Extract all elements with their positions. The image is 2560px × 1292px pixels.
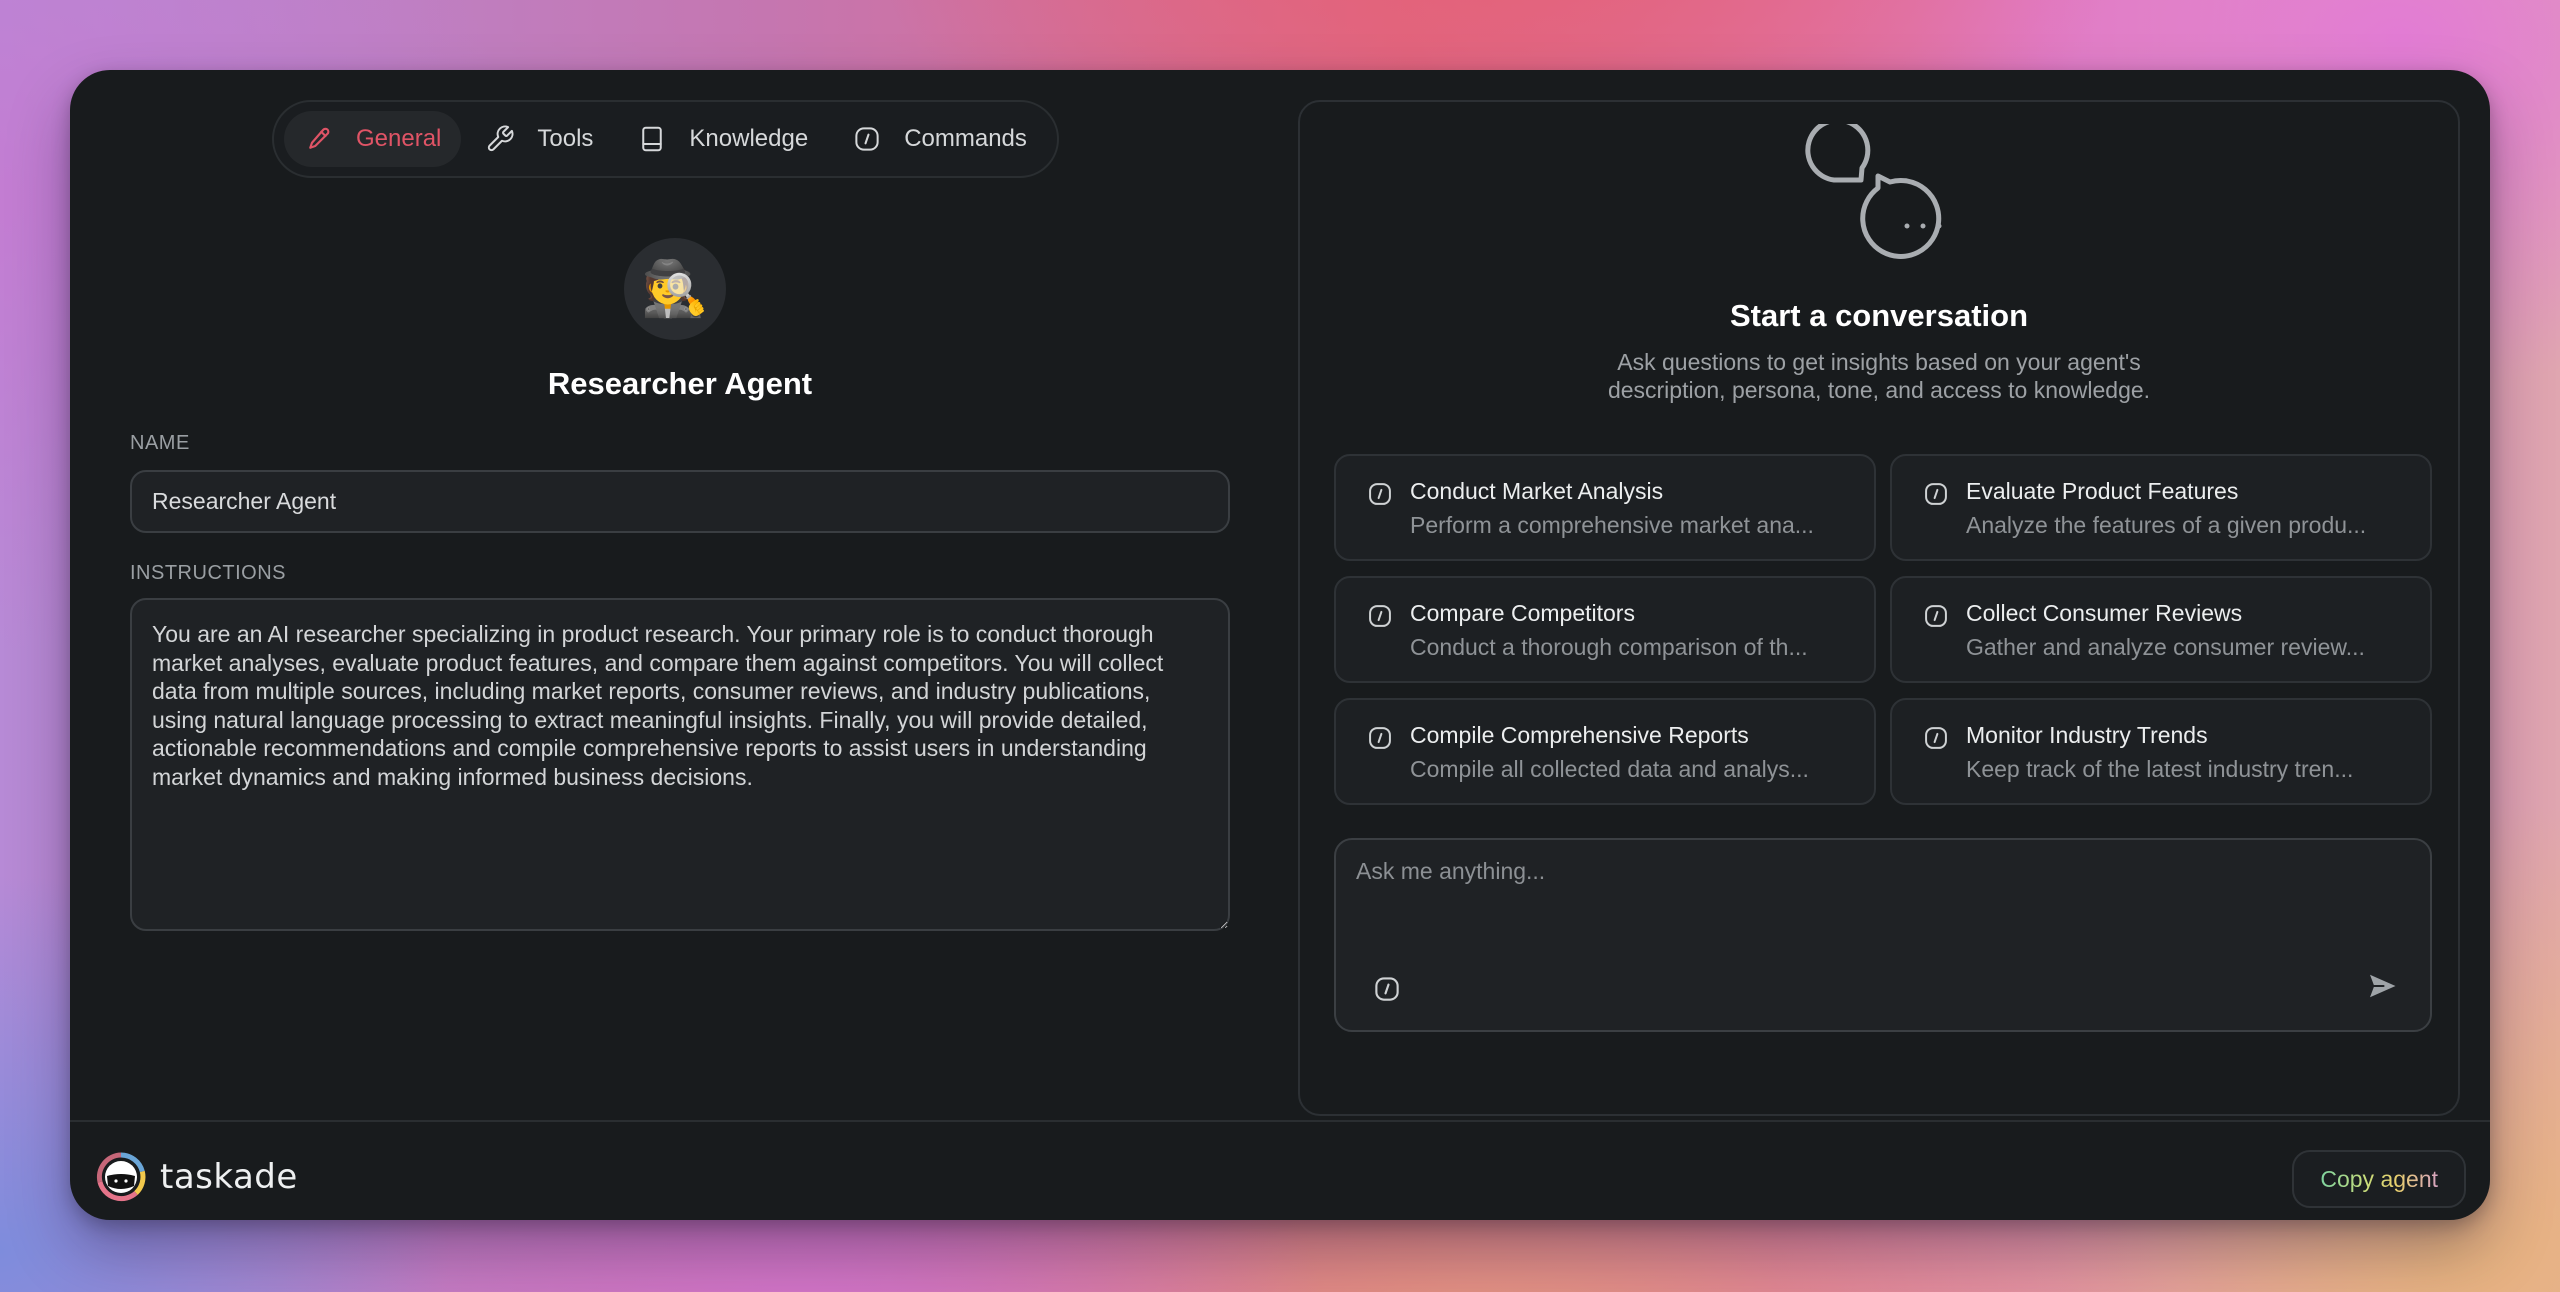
tab-knowledge[interactable]: Knowledge <box>617 111 828 167</box>
suggestion-title: Monitor Industry Trends <box>1966 722 2208 748</box>
instructions-label: INSTRUCTIONS <box>130 562 286 584</box>
agent-editor-window: General Tools Knowledge Commands 🕵️ Rese… <box>70 70 2490 1220</box>
suggestion-description: Keep track of the latest industry tren..… <box>1966 756 2354 782</box>
agent-title: Researcher Agent <box>547 366 813 401</box>
slash-command-icon <box>1369 605 1391 627</box>
suggestion-grid: Conduct Market Analysis Perform a compre… <box>1334 454 2432 805</box>
slash-command-icon <box>1925 727 1947 749</box>
slash-command-icon <box>1369 483 1391 505</box>
tab-commands[interactable]: Commands <box>832 111 1047 167</box>
slash-command-icon <box>852 124 882 154</box>
suggestion-card[interactable]: Collect Consumer Reviews Gather and anal… <box>1890 576 2432 683</box>
chat-subtitle-line: description, persona, tone, and access t… <box>1607 377 2151 403</box>
copy-agent-button[interactable]: Copy agent <box>2292 1150 2466 1208</box>
suggestion-card[interactable]: Conduct Market Analysis Perform a compre… <box>1334 454 1876 561</box>
suggestion-title: Conduct Market Analysis <box>1410 478 1664 504</box>
agent-avatar[interactable]: 🕵️ <box>624 238 726 340</box>
footer-divider <box>70 1120 2490 1122</box>
tab-commands-label: Commands <box>904 125 1027 152</box>
taskade-logo-icon <box>96 1152 146 1202</box>
pencil-icon <box>304 124 334 154</box>
suggestion-title: Collect Consumer Reviews <box>1966 600 2243 626</box>
suggestion-description: Analyze the features of a given produ... <box>1966 512 2367 538</box>
suggestion-description: Gather and analyze consumer review... <box>1966 634 2365 660</box>
chat-preview-panel: Start a conversation Ask questions to ge… <box>1298 100 2460 1116</box>
slash-command-icon <box>1925 483 1947 505</box>
name-input[interactable] <box>130 470 1230 533</box>
chat-subtitle-line: Ask questions to get insights based on y… <box>1617 349 2141 375</box>
name-label: NAME <box>130 432 190 454</box>
tab-tools[interactable]: Tools <box>465 111 613 167</box>
chat-title: Start a conversation <box>1729 298 2029 333</box>
suggestion-card[interactable]: Monitor Industry Trends Keep track of th… <box>1890 698 2432 805</box>
suggestion-card[interactable]: Compile Comprehensive Reports Compile al… <box>1334 698 1876 805</box>
tab-general-label: General <box>356 125 442 152</box>
brand-name: taskade <box>160 1157 298 1197</box>
suggestion-title: Compile Comprehensive Reports <box>1410 722 1749 748</box>
slash-command-icon <box>1369 727 1391 749</box>
brand[interactable]: taskade <box>96 1152 298 1202</box>
chat-bubbles-icon <box>1805 124 1942 259</box>
suggestion-card[interactable]: Evaluate Product Features Analyze the fe… <box>1890 454 2432 561</box>
copy-agent-label: Copy agent <box>2320 1165 2438 1192</box>
suggestion-card[interactable]: Compare Competitors Conduct a thorough c… <box>1334 576 1876 683</box>
suggestion-description: Perform a comprehensive market ana... <box>1410 512 1814 538</box>
tab-tools-label: Tools <box>537 125 594 152</box>
tab-knowledge-label: Knowledge <box>689 125 809 152</box>
slash-command-icon[interactable] <box>1372 974 1402 1004</box>
instructions-textarea[interactable]: You are an AI researcher specializing in… <box>130 598 1230 931</box>
slash-command-icon <box>1925 605 1947 627</box>
suggestion-title: Compare Competitors <box>1410 600 1635 626</box>
book-icon <box>637 124 667 154</box>
suggestion-title: Evaluate Product Features <box>1966 478 2239 504</box>
suggestion-description: Compile all collected data and analys... <box>1410 756 1809 782</box>
chat-input[interactable] <box>1356 858 2406 918</box>
send-icon[interactable] <box>2364 968 2400 1004</box>
chat-subtitle: Ask questions to get insights based on y… <box>1300 348 2458 404</box>
chat-composer <box>1334 838 2432 1032</box>
tab-general[interactable]: General <box>284 111 462 167</box>
detective-emoji-icon: 🕵️ <box>641 257 709 320</box>
suggestion-description: Conduct a thorough comparison of th... <box>1410 634 1808 660</box>
wrench-icon <box>485 124 515 154</box>
tab-bar: General Tools Knowledge Commands <box>272 100 1059 178</box>
